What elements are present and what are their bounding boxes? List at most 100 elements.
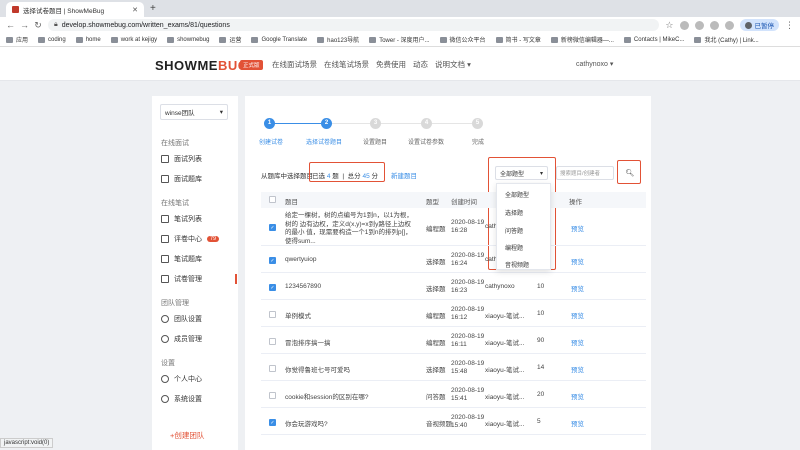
folder-icon	[110, 36, 118, 43]
bookmark-item[interactable]: Contacts | MikeC...	[623, 36, 684, 43]
table-row[interactable]: ✓ qwertyuiop 选择题 2020-08-19 16:24 cathy 预览	[261, 246, 646, 273]
row-checkbox[interactable]	[269, 311, 276, 318]
nav-docs[interactable]: 说明文档 ▾	[435, 59, 471, 70]
preview-link[interactable]: 预览	[571, 418, 584, 428]
bookmark-item[interactable]: Google Translate	[251, 36, 307, 43]
extension-icon[interactable]	[679, 20, 689, 30]
bookmark-item[interactable]: home	[75, 36, 101, 43]
sidebar-item-review-center[interactable]: 评卷中心 79	[161, 230, 238, 248]
forward-icon[interactable]: →	[20, 20, 29, 30]
bookmark-item[interactable]: 我北 (Cathy) | Link...	[694, 35, 759, 44]
bookmark-label: showmebug	[177, 36, 210, 43]
type-option-av[interactable]: 音视频题	[505, 260, 529, 269]
bookmark-item[interactable]: showmebug	[167, 36, 210, 43]
search-input[interactable]: 搜索题目/创建者	[556, 166, 614, 180]
creator: xiaoyu-笔试...	[485, 367, 525, 374]
edition-badge: 正式版	[240, 60, 263, 70]
table-row[interactable]: cookie和session的区别在哪? 问答题 2020-08-19 15:41 xi…	[261, 381, 646, 408]
bookmark-item[interactable]: 新榜微信编辑器—...	[550, 35, 614, 44]
extension-icon[interactable]	[724, 20, 734, 30]
sidebar-item-paper-manage[interactable]: 试卷管理	[161, 270, 238, 288]
col-title: 题目	[285, 199, 298, 206]
bookmark-item[interactable]: 简书 - 写文章	[495, 35, 541, 44]
sidebar-item-interview-bank[interactable]: 面试题库	[161, 170, 238, 188]
nav-news[interactable]: 动态	[413, 59, 428, 70]
table-row[interactable]: 冒泡排序搞一搞 编程题 2020-08-19 16:11 xiaoyu-笔试... 90 预…	[261, 327, 646, 354]
table-row[interactable]: ✓ 你会玩游戏吗? 音视频题 2020-08-19 15:40 xiaoyu-笔试... 5…	[261, 408, 646, 435]
step-3-circle: 3	[370, 118, 381, 129]
profile-paused-button[interactable]: 已暂停	[739, 19, 779, 31]
preview-link[interactable]: 预览	[571, 337, 584, 347]
logo[interactable]: SHOWMEBUG	[155, 58, 248, 73]
create-team-button[interactable]: +创建团队	[170, 430, 204, 441]
sidebar-item-members[interactable]: 成员管理	[161, 330, 238, 348]
extension-icon[interactable]	[694, 20, 704, 30]
table-row[interactable]: 你觉得鲁班七号可爱吗 选择题 2020-08-19 15:48 xiaoyu-笔试...…	[261, 354, 646, 381]
table-row[interactable]: ✓ 给定一棵树，树的点编号为1到n，以1为根，树的 边有边权，定义d(x,y)=x…	[261, 208, 646, 246]
created-date: 2020-08-19	[451, 252, 485, 259]
close-tab-icon[interactable]: ✕	[132, 6, 138, 14]
preview-link[interactable]: 预览	[571, 391, 584, 401]
bookmark-item[interactable]: 应用	[6, 35, 28, 44]
sidebar-item-label: 评卷中心	[174, 236, 202, 243]
question-title: 给定一棵树，树的点编号为1到n，以1为根，树的 边有边权，定义d(x,y)=x到…	[285, 212, 413, 245]
select-all-checkbox[interactable]	[269, 196, 276, 203]
search-button[interactable]: 🔍︎	[620, 163, 640, 183]
preview-link[interactable]: 预览	[571, 283, 584, 293]
folder-icon	[369, 36, 377, 43]
question-type: 编程题	[426, 226, 446, 233]
type-option-qa[interactable]: 问答题	[505, 226, 523, 235]
reload-icon[interactable]: ↻	[34, 20, 42, 31]
nav-free[interactable]: 免费使用	[376, 59, 406, 70]
row-checkbox[interactable]	[269, 338, 276, 345]
created-date: 2020-08-19	[451, 387, 485, 394]
question-type: 音视频题	[426, 421, 452, 428]
step-5-circle: 5	[472, 118, 483, 129]
team-select[interactable]: winse团队 ▾	[160, 104, 228, 120]
bookmark-item[interactable]: coding	[38, 36, 66, 43]
preview-link[interactable]: 预览	[571, 223, 584, 233]
bank-icon	[161, 175, 169, 183]
preview-link[interactable]: 预览	[571, 364, 584, 374]
user-menu[interactable]: cathynoxo ▾	[576, 60, 613, 68]
sidebar-item-written-bank[interactable]: 笔试题库	[161, 250, 238, 268]
sidebar-item-written-list[interactable]: 笔试列表	[161, 210, 238, 228]
step-connector	[381, 123, 421, 124]
row-checkbox[interactable]: ✓	[269, 419, 276, 426]
table-row[interactable]: ✓ 1234567890 选择题 2020-08-19 16:23 cathynoxo 10…	[261, 273, 646, 300]
sidebar-item-interview-list[interactable]: 面试列表	[161, 150, 238, 168]
table-row[interactable]: 单例模式 编程题 2020-08-19 16:12 xiaoyu-笔试... 10 预览	[261, 300, 646, 327]
row-checkbox[interactable]	[269, 392, 276, 399]
new-question-link[interactable]: 新建题目	[391, 170, 417, 180]
preview-link[interactable]: 预览	[571, 256, 584, 266]
sidebar-item-system[interactable]: 系统设置	[161, 390, 238, 408]
type-option-all[interactable]: 全部题型	[505, 190, 529, 199]
bookmark-item[interactable]: work at kejigy	[110, 36, 157, 43]
star-icon[interactable]: ☆	[665, 20, 673, 31]
step-connector	[432, 123, 472, 124]
browser-tab[interactable]: 选择试卷题目 | ShowMeBug ✕	[6, 2, 144, 17]
nav-written[interactable]: 在线笔试场景	[324, 59, 369, 70]
url-input[interactable]: 🔒︎ develop.showmebug.com/written_exams/8…	[48, 19, 660, 31]
preview-link[interactable]: 预览	[571, 310, 584, 320]
row-checkbox[interactable]: ✓	[269, 224, 276, 231]
row-checkbox[interactable]: ✓	[269, 257, 276, 264]
extension-icon[interactable]	[709, 20, 719, 30]
paused-label: 已暂停	[754, 23, 775, 30]
bookmark-item[interactable]: hao123导航	[317, 35, 359, 44]
bookmark-item[interactable]: Tower - 深度用户...	[369, 35, 430, 44]
back-icon[interactable]: ←	[6, 20, 15, 30]
type-option-choice[interactable]: 选择题	[505, 208, 523, 217]
menu-icon[interactable]: ⋮	[785, 20, 794, 31]
type-option-coding[interactable]: 编程题	[505, 243, 523, 252]
folder-icon	[75, 36, 83, 43]
sidebar-item-profile[interactable]: 个人中心	[161, 370, 238, 388]
bookmark-item[interactable]: 微信公众平台	[439, 35, 486, 44]
row-checkbox[interactable]	[269, 365, 276, 372]
new-tab-icon[interactable]: +	[150, 3, 156, 14]
nav-interview[interactable]: 在线面试场景	[272, 59, 317, 70]
row-checkbox[interactable]: ✓	[269, 284, 276, 291]
bookmark-item[interactable]: 运营	[219, 35, 241, 44]
question-type-select[interactable]: 全部题型 ▾	[495, 166, 548, 180]
sidebar-item-team-settings[interactable]: 团队设置	[161, 310, 238, 328]
